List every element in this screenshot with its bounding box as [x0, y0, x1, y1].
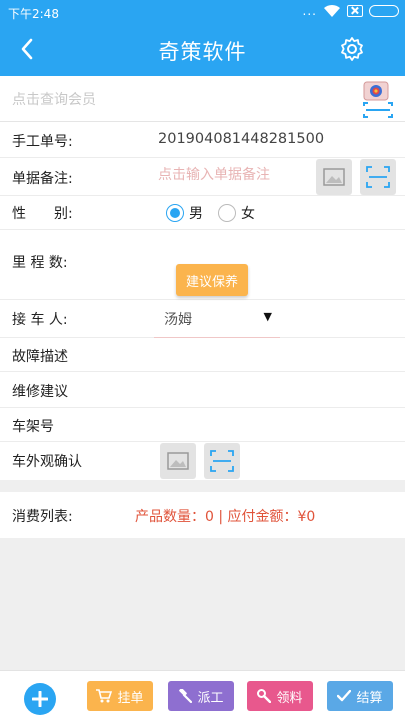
receiver-select[interactable]: 汤姆 ▼ [154, 300, 280, 338]
status-icons: ... [303, 4, 399, 18]
pick-material-label: 领料 [276, 690, 303, 706]
scan-icon [366, 166, 390, 188]
settings-button[interactable] [335, 32, 369, 66]
dispatch-label: 派工 [197, 690, 224, 706]
fault-label: 故障描述 [12, 349, 68, 365]
dispatch-button[interactable]: 派工 [168, 681, 234, 711]
remark-scan-button[interactable] [360, 159, 396, 195]
gender-female-radio[interactable]: 女 [218, 203, 255, 223]
remark-input[interactable]: 点击输入单据备注 [158, 164, 270, 184]
bottom-action-bar: 挂单 派工 领料 结算 [0, 670, 405, 720]
appearance-row: 车外观确认 [0, 442, 405, 480]
checkout-button[interactable]: 结算 [327, 681, 393, 711]
checkout-label: 结算 [356, 690, 383, 706]
vin-row[interactable]: 车架号 [0, 408, 405, 442]
order-form: 手工单号: 201904081448281500 单据备注: 点击输入单据备注 … [0, 122, 405, 480]
remark-image-button[interactable] [316, 159, 352, 195]
mileage-label: 里 程 数: [12, 255, 68, 271]
gender-male-label: 男 [189, 206, 203, 222]
order-no-label: 手工单号: [12, 134, 73, 150]
consumption-list-row: 消费列表: 产品数量：0 | 应付金额：¥0 [0, 492, 405, 538]
app-header: 奇策软件 [0, 24, 405, 76]
consumption-label: 消费列表: [12, 509, 73, 525]
image-icon [167, 452, 189, 470]
wrench-icon [257, 689, 272, 703]
battery-icon [369, 5, 399, 17]
wifi-icon [324, 4, 340, 17]
more-dots-icon: ... [302, 4, 317, 18]
hold-order-button[interactable]: 挂单 [87, 681, 153, 711]
gender-label: 性 别: [12, 206, 73, 222]
pick-material-button[interactable]: 领料 [247, 681, 313, 711]
receiver-value: 汤姆 [164, 312, 192, 328]
appearance-scan-button[interactable] [204, 443, 240, 479]
cart-icon [96, 689, 113, 703]
order-no-row: 手工单号: 201904081448281500 [0, 122, 405, 158]
advice-row[interactable]: 维修建议 [0, 372, 405, 408]
hold-order-label: 挂单 [117, 690, 144, 706]
check-icon [337, 690, 352, 702]
plus-icon [32, 691, 48, 707]
suggest-maintenance-button[interactable]: 建议保养 [176, 264, 248, 296]
gender-male-radio[interactable]: 男 [166, 203, 203, 223]
appearance-image-button[interactable] [160, 443, 196, 479]
mileage-row: 里 程 数: 建议保养 [0, 230, 405, 300]
consumption-summary: 产品数量：0 | 应付金额：¥0 [135, 509, 316, 525]
vin-label: 车架号 [12, 419, 54, 435]
dropdown-caret-icon: ▼ [263, 310, 272, 323]
hammer-icon [179, 689, 193, 703]
fault-row[interactable]: 故障描述 [0, 338, 405, 372]
receiver-label: 接 车 人: [12, 312, 68, 328]
image-icon [323, 168, 345, 186]
remark-label: 单据备注: [12, 171, 73, 187]
gender-female-label: 女 [241, 206, 255, 222]
gender-row: 性 别: 男 女 [0, 196, 405, 230]
status-bar: 下午2:48 ... [0, 0, 405, 24]
add-item-button[interactable] [24, 683, 56, 715]
scan-icon [210, 450, 234, 472]
member-search-row[interactable]: 点击查询会员 [0, 76, 405, 122]
remark-row: 单据备注: 点击输入单据备注 [0, 158, 405, 196]
scan-member-button[interactable] [361, 80, 395, 120]
order-no-value[interactable]: 201904081448281500 [158, 131, 324, 147]
member-search-input[interactable]: 点击查询会员 [12, 89, 96, 109]
advice-label: 维修建议 [12, 384, 68, 400]
scan-camera-icon [363, 81, 393, 118]
status-time: 下午2:48 [8, 7, 59, 21]
gear-icon [341, 37, 363, 61]
radio-selected-icon [166, 204, 184, 222]
radio-unselected-icon [218, 204, 236, 222]
sim-off-icon [347, 5, 363, 17]
receiver-row: 接 车 人: 汤姆 ▼ [0, 300, 405, 338]
appearance-label: 车外观确认 [12, 454, 82, 470]
